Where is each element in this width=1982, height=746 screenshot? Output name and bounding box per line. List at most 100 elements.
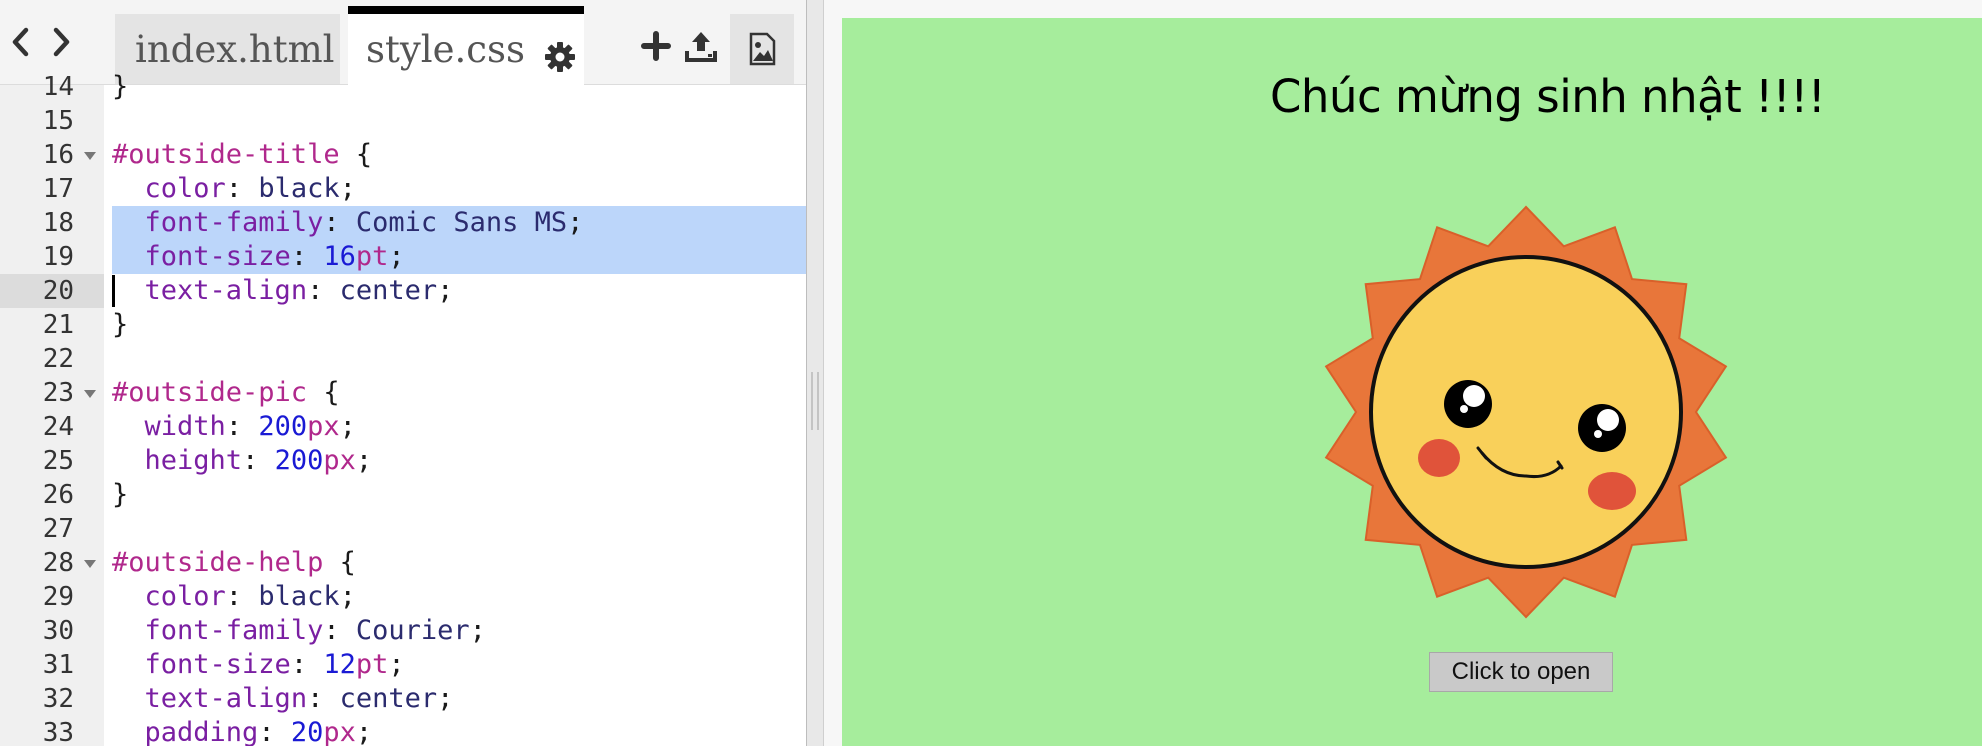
code-line[interactable]: padding: 20px; (112, 716, 373, 746)
code-line[interactable]: #outside-pic { (112, 376, 340, 410)
css-colon: : (290, 241, 324, 272)
splitter-grip[interactable] (811, 372, 819, 430)
code-line[interactable]: height: 200px; (112, 444, 373, 478)
code-line[interactable]: color: black; (112, 580, 356, 614)
css-colon: : (290, 649, 324, 680)
css-brace: { (323, 547, 356, 578)
css-property: color (144, 581, 226, 612)
tab-style-css[interactable]: style.css (348, 6, 584, 85)
preview-panel: Chúc mừng sinh nhật !!!! Click to open (824, 0, 1982, 746)
css-semicolon: ; (469, 615, 486, 646)
css-property: width (144, 411, 226, 442)
css-selector: #outside-pic (112, 377, 308, 408)
code-text: } (112, 479, 129, 510)
css-unit: px (323, 717, 356, 746)
code-editor-panel: index.html style.css 14} 15 16 #outside… (0, 0, 806, 746)
code-line[interactable]: font-size: 12pt; (112, 648, 405, 682)
code-line[interactable]: #outside-help { (112, 546, 356, 580)
css-selector: #outside-help (112, 547, 324, 578)
line-number: 22 (42, 344, 74, 374)
add-image-button[interactable] (730, 14, 794, 84)
code-line[interactable]: } (112, 478, 128, 512)
code-line[interactable]: } (112, 308, 128, 342)
fold-toggle-icon[interactable] (84, 560, 96, 568)
line-number: 25 (42, 446, 74, 476)
css-unit: px (307, 411, 340, 442)
upload-button[interactable] (681, 26, 721, 66)
code-line[interactable]: width: 200px; (112, 410, 356, 444)
sun-face (1369, 255, 1683, 569)
css-semicolon: ; (355, 445, 373, 476)
line-number: 14 (42, 72, 74, 102)
add-file-button[interactable] (636, 26, 676, 66)
css-value: black (258, 581, 340, 612)
css-property: font-family (144, 615, 324, 646)
css-colon: : (323, 207, 356, 238)
css-semicolon: ; (339, 173, 356, 204)
fold-toggle-icon[interactable] (84, 390, 96, 398)
css-colon: : (323, 615, 356, 646)
code-text: } (112, 309, 129, 340)
css-semicolon: ; (388, 241, 405, 272)
css-value: center (339, 683, 438, 714)
line-number: 21 (42, 310, 74, 340)
gear-icon[interactable] (544, 41, 576, 73)
code-line[interactable]: text-align: center; (112, 682, 454, 716)
css-number: 200 (258, 411, 308, 442)
css-property: text-align (144, 683, 308, 714)
preview-canvas: Chúc mừng sinh nhật !!!! Click to open (842, 18, 1982, 746)
text-cursor (112, 275, 115, 307)
css-semicolon: ; (339, 581, 356, 612)
forward-button[interactable] (46, 22, 76, 62)
code-line[interactable]: #outside-title { (112, 138, 372, 172)
css-colon: : (225, 173, 259, 204)
line-number: 33 (42, 718, 74, 746)
css-colon: : (225, 581, 259, 612)
tab-index-html[interactable]: index.html (115, 14, 340, 84)
fold-toggle-icon[interactable] (84, 152, 96, 160)
code-line[interactable]: text-align: center; (112, 274, 454, 308)
click-to-open-button[interactable]: Click to open (1429, 652, 1613, 692)
line-number: 31 (42, 650, 74, 680)
css-colon: : (225, 411, 259, 442)
css-colon: : (307, 275, 340, 306)
css-unit: pt (355, 241, 389, 272)
line-number: 30 (42, 616, 74, 646)
css-unit: px (323, 445, 356, 476)
code-line[interactable]: color: black; (112, 172, 356, 206)
css-unit: pt (355, 649, 389, 680)
code-text: } (112, 71, 129, 102)
line-number: 15 (42, 106, 74, 136)
back-button[interactable] (6, 22, 36, 62)
code-line[interactable]: font-family: Courier; (112, 614, 486, 648)
css-brace: { (339, 139, 373, 170)
panel-splitter[interactable] (806, 0, 824, 746)
code-line[interactable]: font-family: Comic Sans MS; (112, 206, 584, 240)
css-property: font-size (144, 649, 291, 680)
css-semicolon: ; (339, 411, 356, 442)
css-property: height (144, 445, 243, 476)
css-number: 12 (323, 649, 356, 680)
css-selector: #outside-title (112, 139, 340, 170)
code-line[interactable]: } (112, 70, 128, 104)
css-brace: { (307, 377, 340, 408)
css-colon: : (242, 445, 275, 476)
sun-picture (1324, 205, 1728, 619)
line-number: 24 (42, 412, 74, 442)
line-number: 18 (42, 208, 74, 238)
line-number: 32 (42, 684, 74, 714)
line-number: 17 (42, 174, 74, 204)
css-value: center (339, 275, 438, 306)
tab-label: index.html (135, 27, 335, 71)
css-semicolon: ; (388, 649, 405, 680)
css-semicolon: ; (567, 207, 584, 238)
code-line[interactable]: font-size: 16pt; (112, 240, 405, 274)
